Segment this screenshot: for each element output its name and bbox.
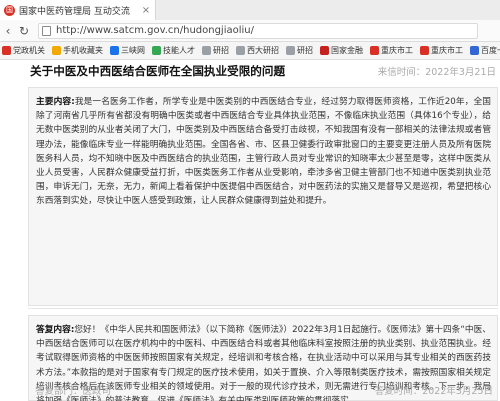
bookmark-item[interactable]: 研招 — [286, 45, 313, 56]
bookmark-label: 研招 — [213, 46, 229, 55]
bookmark-icon — [370, 46, 379, 55]
bookmark-item[interactable]: 手机收藏夹 — [52, 45, 103, 56]
bookmark-label: 重庆市工 — [381, 46, 413, 55]
answer-department: 答复部门：医政司 — [35, 386, 112, 397]
answer-content-box: 答复内容:您好！《中华人民共和国医师法》（以下简称《医师法》）2022年3月1日… — [28, 315, 498, 401]
bookmark-icon — [152, 46, 161, 55]
letter-detail: 关于中医及中西医结合医师在全国执业受限的问题 来信时间：2022年3月21日 主… — [28, 60, 500, 401]
question-content-box: 主要内容:我是一名医务工作者，所学专业是中医类别的中西医结合专业，经过努力取得医… — [28, 87, 498, 306]
question-content: 主要内容:我是一名医务工作者，所学专业是中医类别的中西医结合专业，经过努力取得医… — [36, 95, 491, 209]
bookmark-item[interactable]: 国家金融 — [320, 45, 363, 56]
back-icon[interactable]: ‹ — [0, 24, 16, 38]
bookmark-icon — [110, 46, 119, 55]
question-header: 关于中医及中西医结合医师在全国执业受限的问题 来信时间：2022年3月21日 — [30, 60, 496, 82]
tab-strip: 国 国家中医药管理局 互动交流 × — [0, 0, 500, 20]
browser-tab[interactable]: 国 国家中医药管理局 互动交流 × — [0, 0, 156, 20]
bookmark-label: 党政机关 — [13, 46, 45, 55]
answer-time: 答复时间：2022年3月25日 — [374, 386, 493, 397]
url-field[interactable]: http://www.satcm.gov.cn/hudongjiaoliu/ — [38, 22, 478, 39]
bookmark-item[interactable]: 三峡网 — [110, 45, 145, 56]
question-content-label: 主要内容: — [36, 97, 75, 107]
bookmarks-bar: 党政机关 手机收藏夹 三峡网 技能人才 研招 西大研招 研招 国家金融 重庆市工 重庆市工 百度一下… — [0, 42, 500, 60]
bookmark-label: 技能人才 — [163, 46, 195, 55]
bookmark-icon — [286, 46, 295, 55]
bookmark-label: 研招 — [297, 46, 313, 55]
site-favicon-icon: 国 — [4, 4, 15, 16]
bookmark-item[interactable]: 重庆市工 — [420, 45, 463, 56]
divider — [28, 308, 498, 309]
bookmark-item[interactable]: 研招 — [202, 45, 229, 56]
bookmark-icon — [320, 46, 329, 55]
left-margin — [0, 60, 28, 401]
bookmark-item[interactable]: 百度一下 — [470, 45, 500, 56]
bookmark-label: 重庆市工 — [431, 46, 463, 55]
bookmark-item[interactable]: 技能人才 — [152, 45, 195, 56]
bookmark-icon — [2, 46, 11, 55]
bookmark-item[interactable]: 西大研招 — [236, 45, 279, 56]
answer-content-label: 答复内容: — [36, 325, 75, 335]
url-text: http://www.satcm.gov.cn/hudongjiaoliu/ — [56, 25, 254, 36]
letter-time: 来信时间：2022年3月21日 — [377, 67, 496, 78]
bookmark-item[interactable]: 党政机关 — [2, 45, 45, 56]
answer-footer: 答复部门：医政司 答复时间：2022年3月25日 — [29, 383, 499, 397]
address-bar: ‹ ↻ http://www.satcm.gov.cn/hudongjiaoli… — [0, 20, 500, 42]
reload-icon[interactable]: ↻ — [16, 24, 32, 38]
bookmark-item[interactable]: 重庆市工 — [370, 45, 413, 56]
question-title: 关于中医及中西医结合医师在全国执业受限的问题 — [30, 64, 286, 78]
bookmark-icon — [52, 46, 61, 55]
question-content-text: 我是一名医务工作者，所学专业是中医类别的中西医结合专业，经过努力取得医师资格，工… — [36, 97, 491, 207]
bookmark-label: 西大研招 — [247, 46, 279, 55]
bookmark-icon — [202, 46, 211, 55]
bookmark-label: 国家金融 — [331, 46, 363, 55]
tab-title: 国家中医药管理局 互动交流 — [19, 6, 130, 17]
bookmark-label: 手机收藏夹 — [63, 46, 103, 55]
page-icon — [42, 25, 51, 36]
close-tab-icon[interactable]: × — [140, 5, 152, 16]
bookmark-icon — [470, 46, 479, 55]
bookmark-icon — [236, 46, 245, 55]
bookmark-label: 百度一下 — [481, 46, 500, 55]
bookmark-icon — [420, 46, 429, 55]
bookmark-label: 三峡网 — [121, 46, 145, 55]
